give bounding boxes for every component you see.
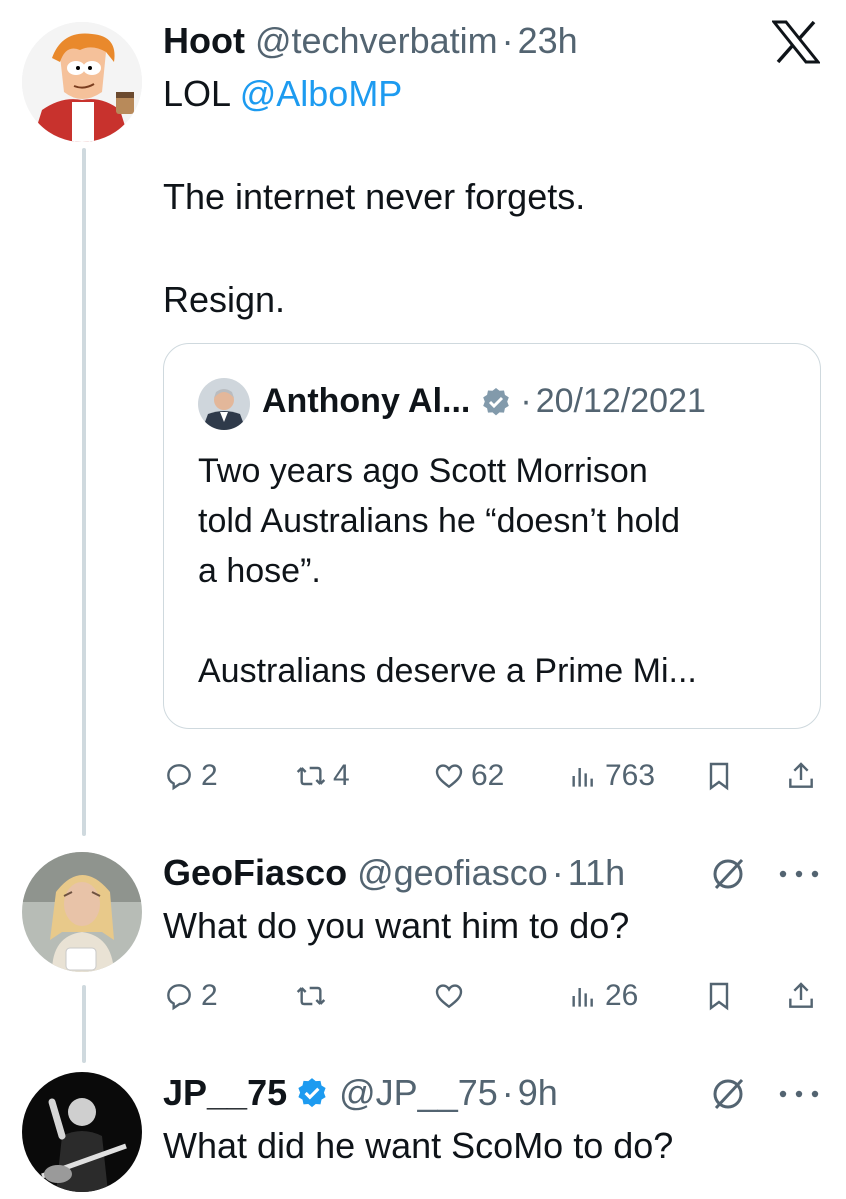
reply-button[interactable]: 2 (163, 976, 218, 1016)
like-count: 62 (471, 759, 505, 792)
thread-line (82, 148, 86, 836)
bookmark-button[interactable] (703, 976, 735, 1016)
reply-icon (167, 764, 191, 791)
grok-icon[interactable] (708, 854, 748, 894)
quote-text-line: a hose”. (198, 552, 321, 590)
view-count: 26 (605, 979, 639, 1012)
author-name[interactable]: GeoFiasco (163, 852, 347, 894)
bookmark-icon (709, 982, 729, 1011)
x-logo-icon[interactable] (770, 20, 822, 64)
heart-icon (435, 984, 463, 1009)
thread-line (82, 985, 86, 1063)
tweet-text: What do you want him to do? (163, 905, 630, 946)
tweet-text: LOL @AlboMP (163, 72, 402, 116)
views-icon (572, 988, 593, 1007)
views-icon (572, 768, 593, 787)
verified-badge-icon (295, 1076, 329, 1110)
views-button[interactable]: 26 (567, 976, 638, 1016)
tweet-text-line: LOL (163, 73, 240, 114)
author-handle[interactable]: @JP__75 (339, 1072, 498, 1114)
quote-text-line: told Australians he “doesn’t hold (198, 502, 680, 540)
quoted-tweet-card[interactable]: Anthony Al... · 20/12/2021 Two years ago… (163, 343, 821, 729)
tweet-actions: 2 26 (163, 976, 823, 1016)
tweet-header: GeoFiasco @geofiasco · 11h (163, 852, 625, 894)
heart-icon (435, 764, 463, 789)
avatar[interactable] (22, 22, 142, 142)
author-handle[interactable]: @techverbatim (255, 20, 498, 62)
tweet-text: What did he want ScoMo to do? (163, 1125, 674, 1166)
mention-link[interactable]: @AlboMP (240, 73, 403, 114)
tweet-text-line: The internet never forgets. (163, 176, 586, 217)
separator-dot: · (501, 20, 514, 61)
share-icon (789, 762, 813, 788)
timestamp[interactable]: 23h (518, 20, 578, 62)
quote-header: Anthony Al... · 20/12/2021 (262, 382, 706, 421)
grok-icon[interactable] (708, 1074, 748, 1114)
reply-icon (167, 984, 191, 1011)
tweet-actions: 2 4 62 763 (163, 756, 823, 796)
share-button[interactable] (785, 756, 817, 796)
quote-text-line: Australians deserve a Prime Mi... (198, 652, 697, 690)
reply-count: 2 (201, 759, 218, 792)
retweet-button[interactable] (295, 976, 333, 1016)
like-button[interactable] (433, 976, 471, 1016)
author-name[interactable]: Hoot (163, 20, 245, 62)
like-button[interactable]: 62 (433, 756, 504, 796)
share-icon (789, 982, 813, 1008)
share-button[interactable] (785, 976, 817, 1016)
separator-dot: · (551, 852, 564, 893)
retweet-count: 4 (333, 759, 350, 792)
view-count: 763 (605, 759, 656, 792)
quote-date: 20/12/2021 (535, 382, 706, 420)
timestamp[interactable]: 11h (568, 852, 625, 894)
more-options-icon[interactable] (776, 1086, 822, 1102)
tweet-header: Hoot @techverbatim · 23h (163, 20, 578, 62)
more-options-icon[interactable] (776, 866, 822, 882)
avatar[interactable] (22, 852, 142, 972)
avatar[interactable] (22, 1072, 142, 1192)
reply-button[interactable]: 2 (163, 756, 218, 796)
tweet-text-line: Resign. (163, 279, 286, 320)
quote-text-line: Two years ago Scott Morrison (198, 452, 648, 490)
bookmark-button[interactable] (703, 756, 735, 796)
bookmark-icon (709, 762, 729, 791)
reply-count: 2 (201, 979, 218, 1012)
quote-author-name: Anthony Al... (262, 382, 471, 420)
quote-avatar (198, 378, 250, 430)
retweet-button[interactable]: 4 (295, 756, 350, 796)
separator-dot: · (501, 1072, 514, 1113)
views-button[interactable]: 763 (567, 756, 655, 796)
timestamp[interactable]: 9h (518, 1072, 558, 1114)
tweet-header: JP__75 @JP__75 · 9h (163, 1072, 558, 1114)
author-handle[interactable]: @geofiasco (357, 852, 548, 894)
author-name[interactable]: JP__75 (163, 1072, 287, 1114)
retweet-icon (296, 766, 326, 786)
separator-dot: · (520, 382, 532, 420)
verified-badge-icon (480, 386, 512, 418)
retweet-icon (296, 986, 326, 1006)
